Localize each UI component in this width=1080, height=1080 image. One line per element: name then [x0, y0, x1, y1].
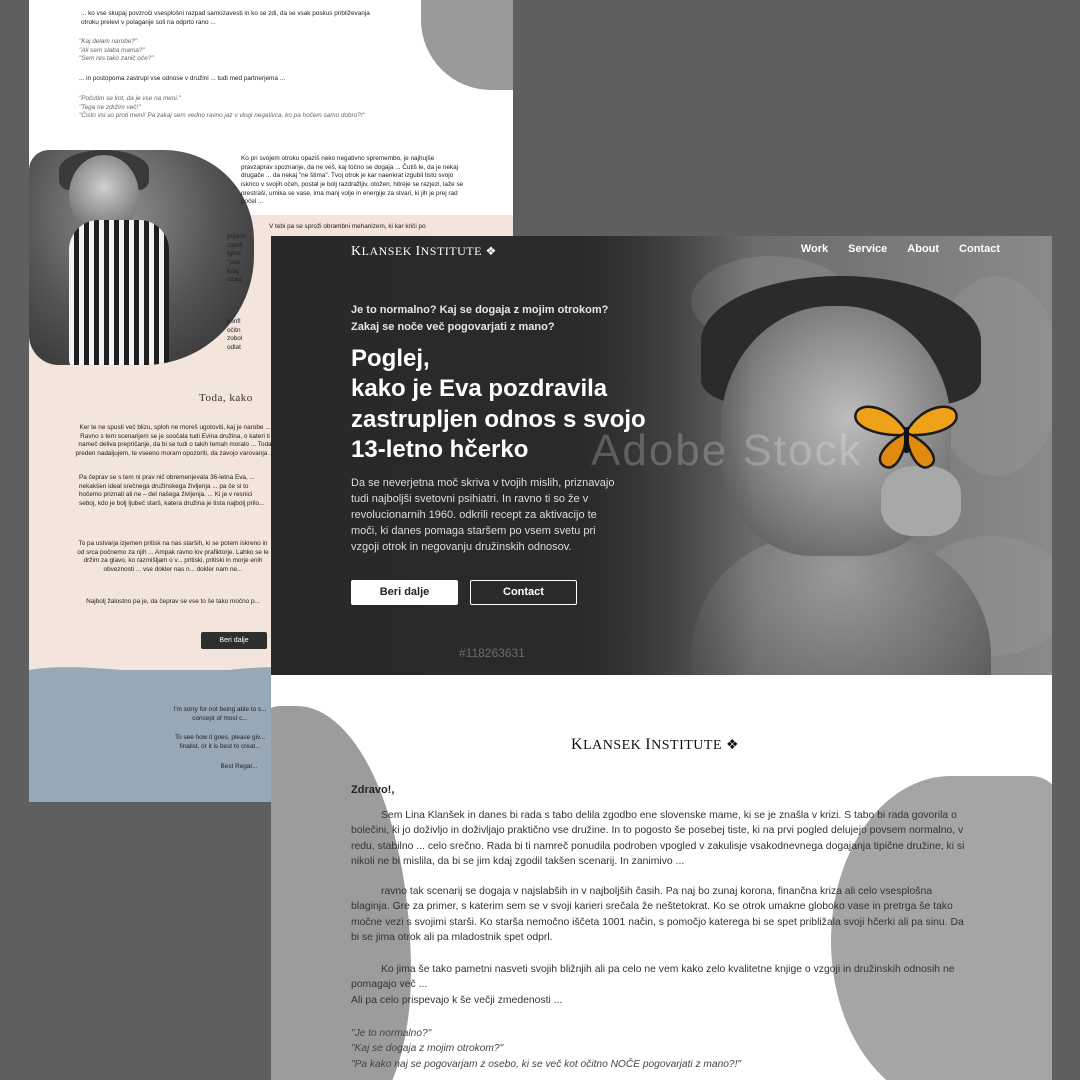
- hero-title: Poglej, kako je Eva pozdravila zastruplje…: [351, 345, 646, 464]
- right-fragments: pojasn zgodi ignor "pub kdaj ozadj: [227, 233, 246, 284]
- right-paragraph-2: V tebi pa se sproži obrambni mehanizem, …: [269, 223, 426, 230]
- paragraph-2: ravno tak scenarij se dogaja v najslabši…: [351, 886, 964, 944]
- intro-text: ... ko vse skupaj povzroči vsesplošni ra…: [81, 10, 370, 26]
- body-text-1: Ker te ne spusti več blizu, sploh ne mor…: [75, 424, 275, 457]
- nav-link-work[interactable]: Work: [801, 243, 828, 255]
- read-more-button[interactable]: Beri dalje: [201, 632, 267, 649]
- front-page-preview: Adobe Stock #118263631 KLANSEK INSTITUTE…: [271, 236, 1052, 1080]
- body-text-4: Najbolj žalostno pa je, da čeprav se vse…: [86, 598, 260, 605]
- girl-photo: [29, 150, 254, 365]
- site-logo[interactable]: KLANSEK INSTITUTE ❖: [351, 244, 497, 260]
- paragraph-1: Sem Lina Klanšek in danes bi rada s tabo…: [351, 810, 965, 868]
- footer-text-1: I'm sorry for not being able to s... con…: [173, 706, 267, 722]
- body-text-3: To pa ustvarja izjemen pritisk na nas st…: [77, 540, 269, 573]
- main-nav: Work Service About Contact: [801, 243, 1000, 255]
- hero-preheading: Je to normalno? Kaj se dogaja z mojim ot…: [351, 304, 609, 333]
- greeting: Zdravo!,: [351, 784, 395, 796]
- quote-block-2: "Počutim se kot, da je vse na meni." "Teg…: [79, 95, 365, 120]
- decorative-blob: [421, 0, 513, 90]
- contact-button[interactable]: Contact: [470, 580, 577, 605]
- watermark-id: #118263631: [459, 646, 525, 660]
- right-paragraph: Ko pri svojem otroku opaziš neko negativ…: [241, 155, 464, 206]
- quote-list: "Je to normalno?" "Kaj se dogaja z mojim…: [351, 1028, 742, 1070]
- butterfly-icon: ❖: [726, 738, 740, 753]
- butterfly-icon: ❖: [485, 244, 497, 258]
- content-logo: KLANSEK INSTITUTE ❖: [571, 736, 740, 753]
- right-fragments-2: konfl očitn zobol odlat: [227, 318, 243, 351]
- paragraph-3: Ko jima še tako pametni nasveti svojih b…: [351, 964, 955, 991]
- footer-text-3: Best Regar...: [220, 763, 258, 770]
- body-text-2: Pa čeprav se s tem ni prav nič obremenje…: [79, 474, 265, 507]
- footer-text-2: To see how it goes, please giv... finali…: [174, 734, 266, 750]
- nav-link-about[interactable]: About: [907, 243, 939, 255]
- hero-section: Adobe Stock #118263631 KLANSEK INSTITUTE…: [271, 236, 1052, 675]
- read-more-button[interactable]: Beri dalje: [351, 580, 458, 605]
- nav-link-contact[interactable]: Contact: [959, 243, 1000, 255]
- hero-lead: Da se neverjetna moč skriva v tvojih mis…: [351, 477, 615, 553]
- quote-block: "Kaj delam narobe?" "Ali sem slaba mama?"…: [79, 38, 154, 63]
- intro-text-2: ... in postopoma zastrupi vse odnose v d…: [79, 75, 286, 82]
- paragraph-3b: Ali pa celo prispevajo k še večji zmeden…: [351, 995, 563, 1006]
- nav-link-service[interactable]: Service: [848, 243, 887, 255]
